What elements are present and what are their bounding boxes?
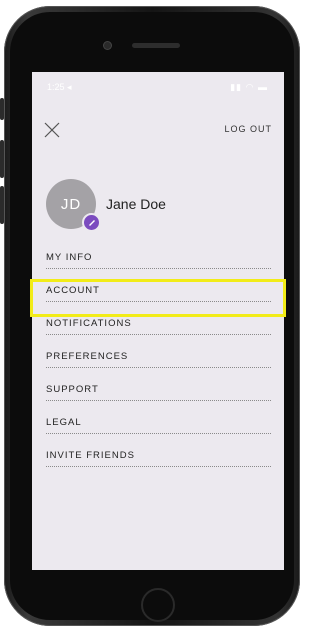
logout-button[interactable]: LOG OUT [224, 124, 272, 134]
highlight-box [30, 279, 286, 317]
volume-down-button [0, 186, 4, 224]
status-time: 1:25 ◂ [47, 82, 72, 92]
status-bar: 1:25 ◂ ▮▮ ◠ ▬ [32, 72, 284, 92]
menu-item-label: LEGAL [46, 417, 82, 428]
menu-item-legal[interactable]: LEGAL [46, 401, 271, 434]
status-icons: ▮▮ ◠ ▬ [230, 82, 268, 92]
pencil-icon[interactable] [82, 213, 101, 232]
menu-item-preferences[interactable]: PREFERENCES [46, 335, 271, 368]
menu-item-invite-friends[interactable]: INVITE FRIENDS [46, 434, 271, 467]
close-icon[interactable] [44, 122, 60, 138]
menu-item-label: PREFERENCES [46, 351, 129, 362]
earpiece-speaker [132, 43, 180, 48]
volume-up-button [0, 140, 4, 178]
mute-switch [0, 98, 4, 120]
app-screen: 1:25 ◂ ▮▮ ◠ ▬ LOG OUT JD Jane Doe MY INF… [32, 72, 284, 570]
home-button[interactable] [141, 588, 175, 622]
avatar-initials: JD [60, 195, 82, 213]
menu-item-label: SUPPORT [46, 384, 99, 395]
menu-item-label: INVITE FRIENDS [46, 450, 135, 461]
menu-item-label: MY INFO [46, 252, 93, 263]
profile-name: Jane Doe [106, 196, 166, 212]
menu-item-my-info[interactable]: MY INFO [46, 252, 271, 269]
menu-item-support[interactable]: SUPPORT [46, 368, 271, 401]
front-camera [104, 42, 111, 49]
menu-item-label: NOTIFICATIONS [46, 318, 132, 329]
